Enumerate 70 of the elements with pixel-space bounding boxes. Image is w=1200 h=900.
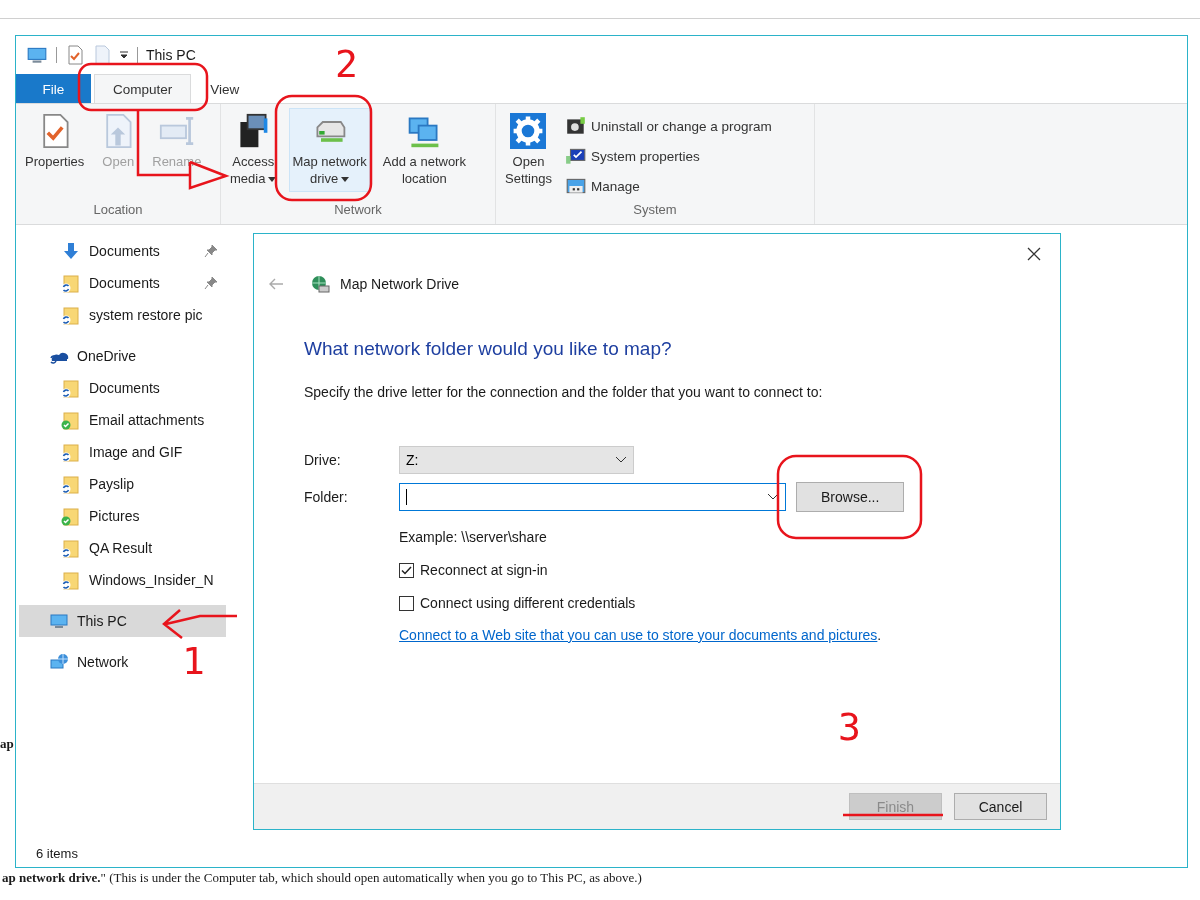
computer-icon xyxy=(49,611,69,631)
folder-field[interactable] xyxy=(399,483,786,511)
nav-item[interactable]: Windows_Insider_N xyxy=(19,564,226,596)
settings-icon xyxy=(510,113,547,149)
example-text: Example: \\server\share xyxy=(399,529,548,545)
period-text: . xyxy=(877,627,882,643)
background-text: ap network drive." (This is under the Computer tab, which should open automatically when you go to This PC, as above.) xyxy=(2,870,642,886)
nav-item[interactable]: Documents xyxy=(19,372,226,404)
ribbon-button[interactable]: Map network drive xyxy=(289,108,370,192)
checkbox-label: Connect using different credentials xyxy=(420,595,636,611)
checked-document-icon xyxy=(65,45,85,65)
status-text: 6 items xyxy=(36,845,78,861)
nav-item[interactable]: Pictures xyxy=(19,500,226,532)
nav-item[interactable]: Documents xyxy=(19,235,226,267)
dialog-title: Map Network Drive xyxy=(340,276,460,292)
back-arrow-icon xyxy=(268,277,284,291)
checkbox-label: Reconnect at sign-in xyxy=(420,562,548,578)
nav-item[interactable]: system restore pic xyxy=(19,299,226,331)
group-label: Network xyxy=(333,202,383,219)
chevron-icon xyxy=(767,493,779,501)
checkbox[interactable] xyxy=(399,595,414,611)
ribbon-button[interactable]: Add a network location xyxy=(379,108,469,192)
background-text: ap xyxy=(0,736,14,752)
nav-item[interactable]: Documents xyxy=(19,267,226,299)
group-label: Location xyxy=(92,202,144,219)
field-label: Folder: xyxy=(304,489,349,505)
sync-folder-icon xyxy=(61,305,81,325)
nav-item[interactable]: Payslip xyxy=(19,468,226,500)
browse-button[interactable]: Browse... xyxy=(796,482,905,512)
nav-item[interactable]: QA Result xyxy=(19,532,226,564)
ribbon-link[interactable]: Manage xyxy=(565,172,772,200)
nav-item[interactable]: Email attachments xyxy=(19,404,226,436)
dialog-heading: What network folder would you like to map? xyxy=(304,338,673,360)
disc-box-icon xyxy=(565,115,587,137)
window-title: This PC xyxy=(146,47,196,63)
ribbon-tab[interactable]: View xyxy=(191,74,259,103)
group-label: System xyxy=(632,202,678,219)
sync-folder-icon xyxy=(61,538,81,558)
ribbon-button[interactable]: Properties xyxy=(22,108,88,175)
ribbon-link[interactable]: Uninstall or change a program xyxy=(565,112,772,140)
chevron-icon xyxy=(615,456,627,464)
download-arrow-icon xyxy=(61,241,81,261)
checkbox[interactable] xyxy=(399,562,414,578)
globe-drive-icon xyxy=(310,274,330,294)
blank-document-icon[interactable] xyxy=(93,45,111,65)
nav-item[interactable]: Image and GIF xyxy=(19,436,226,468)
annotation-number: 2 xyxy=(335,45,358,83)
field-label: Drive: xyxy=(304,452,342,468)
checked-folder-icon xyxy=(61,506,81,526)
sync-folder-icon xyxy=(61,378,81,398)
instruction-text: Specify the drive letter for the connection and the folder that you want to connect to: xyxy=(304,384,824,400)
ribbon-tab[interactable]: File xyxy=(16,74,91,103)
nav-item[interactable]: OneDrive xyxy=(19,340,226,372)
sync-folder-icon xyxy=(61,273,81,293)
sync-folder-icon xyxy=(61,570,81,590)
drive-dropdown[interactable]: Z: xyxy=(399,446,634,474)
caret-icon[interactable] xyxy=(119,50,129,60)
checked-folder-icon xyxy=(61,410,81,430)
ribbon-button[interactable]: Open Settings xyxy=(502,108,555,192)
annotation-number: 1 xyxy=(182,642,205,680)
annotation-number: 3 xyxy=(838,708,861,746)
dialog-button[interactable]: Cancel xyxy=(954,793,1047,820)
sync-folder-icon xyxy=(61,474,81,494)
nav-item[interactable]: This PC xyxy=(19,605,226,637)
close-icon xyxy=(1027,247,1041,261)
sync-folder-icon xyxy=(61,442,81,462)
ribbon-link[interactable]: System properties xyxy=(565,142,772,170)
ribbon-tab[interactable]: Computer xyxy=(94,74,192,103)
network-globe-icon xyxy=(49,652,69,672)
ribbon-button[interactable]: Access media xyxy=(227,108,280,192)
